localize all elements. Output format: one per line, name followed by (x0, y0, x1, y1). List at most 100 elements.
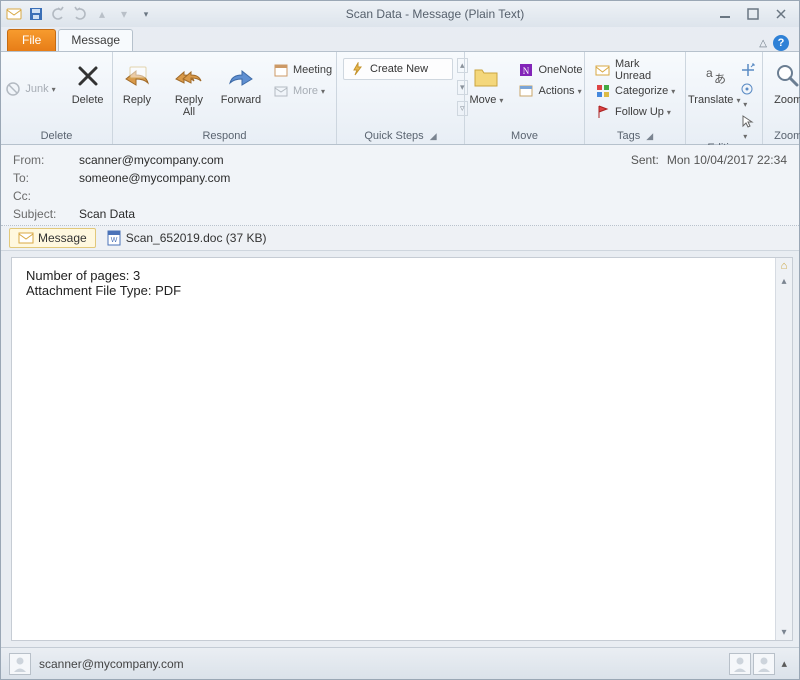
mark-unread-label: Mark Unread (615, 58, 675, 82)
app-icon[interactable] (5, 5, 23, 23)
group-label-zoom: Zoom (769, 128, 800, 144)
meeting-button[interactable]: Meeting (269, 60, 336, 80)
ribbon-collapse-icon[interactable]: △ (759, 38, 767, 49)
attachment-file-name: Scan_652019.doc (37 KB) (126, 231, 267, 245)
junk-icon (5, 81, 21, 97)
zoom-icon (772, 60, 800, 92)
people-pane-toggle-2[interactable] (753, 653, 775, 675)
window-controls (715, 6, 795, 22)
followup-button[interactable]: Follow Up (591, 102, 679, 122)
subject-label: Subject: (13, 207, 79, 221)
scroll-up-icon[interactable]: ▴ (781, 274, 786, 289)
quick-access-toolbar: ▴ ▾ ▾ (5, 5, 155, 23)
group-label-quicksteps: Quick Steps (364, 130, 423, 142)
minimize-button[interactable] (715, 6, 735, 22)
title-bar: ▴ ▾ ▾ Scan Data - Message (Plain Text) (1, 1, 799, 27)
junk-label: Junk (25, 83, 55, 95)
sent-value: Mon 10/04/2017 22:34 (667, 153, 787, 167)
svg-text:a: a (706, 66, 713, 80)
svg-text:W: W (110, 237, 117, 244)
quickstep-create-new[interactable]: Create New (344, 59, 452, 79)
vertical-scrollbar[interactable]: ⌂ ▴ ▾ (775, 258, 792, 640)
quicksteps-launcher-icon[interactable]: ◢ (430, 131, 437, 142)
ribbon-group-move: Move N OneNote Actions Move (465, 52, 585, 144)
reply-icon (121, 60, 153, 92)
actions-button[interactable]: Actions (514, 81, 586, 101)
tab-message[interactable]: Message (58, 29, 133, 51)
scroll-down-icon[interactable]: ▾ (781, 625, 786, 640)
move-folder-icon (470, 60, 502, 92)
group-label-delete: Delete (7, 128, 106, 144)
help-icon[interactable]: ? (773, 35, 789, 51)
select-icon[interactable] (740, 114, 756, 142)
next-item-icon[interactable]: ▾ (115, 5, 133, 23)
sent-label: Sent: (631, 153, 659, 167)
ribbon-group-delete: Junk Delete Delete (1, 52, 113, 144)
categorize-icon (595, 83, 611, 99)
window-title: Scan Data - Message (Plain Text) (155, 7, 715, 21)
ribbon-group-editing: aあ Translate Editing (686, 52, 763, 144)
tab-file[interactable]: File (7, 29, 56, 51)
followup-flag-icon (595, 104, 611, 120)
message-body-container: Number of pages: 3 Attachment File Type:… (1, 251, 799, 647)
qat-customize-icon[interactable]: ▾ (137, 5, 155, 23)
delete-button[interactable]: Delete (64, 58, 112, 108)
to-label: To: (13, 171, 79, 185)
quicksteps-gallery[interactable]: Create New (343, 58, 453, 80)
translate-button[interactable]: aあ Translate (692, 58, 736, 109)
forward-button[interactable]: Forward (217, 58, 265, 108)
from-value[interactable]: scanner@mycompany.com (79, 153, 224, 167)
from-label: From: (13, 153, 79, 167)
maximize-button[interactable] (743, 6, 763, 22)
attachment-bar: Message W Scan_652019.doc (37 KB) (1, 226, 799, 251)
reply-all-button[interactable]: Reply All (165, 58, 213, 120)
ribbon-group-zoom: Zoom Zoom (763, 52, 800, 144)
group-label-move: Move (471, 128, 578, 144)
svg-text:N: N (523, 66, 530, 76)
junk-button[interactable]: Junk (1, 79, 59, 99)
meeting-icon (273, 62, 289, 78)
outlook-message-window: ▴ ▾ ▾ Scan Data - Message (Plain Text) F… (0, 0, 800, 680)
quickstep-create-label: Create New (370, 63, 428, 75)
reply-all-label: Reply All (175, 94, 203, 118)
find-icon[interactable] (740, 62, 756, 78)
categorize-button[interactable]: Categorize (591, 81, 679, 101)
onenote-button[interactable]: N OneNote (514, 60, 586, 80)
save-icon[interactable] (27, 5, 45, 23)
message-tab-label: Message (38, 231, 87, 245)
message-body[interactable]: Number of pages: 3 Attachment File Type:… (11, 257, 793, 641)
more-respond-button[interactable]: More (269, 81, 336, 101)
cc-label: Cc: (13, 189, 79, 203)
svg-text:あ: あ (714, 72, 726, 86)
sender-avatar[interactable] (9, 653, 31, 675)
translate-icon: aあ (698, 60, 730, 92)
undo-icon[interactable] (49, 5, 67, 23)
word-doc-icon: W (106, 230, 122, 246)
move-label: Move (470, 94, 504, 107)
reply-button[interactable]: Reply (113, 58, 161, 108)
subject-value: Scan Data (79, 207, 135, 221)
ribbon: Junk Delete Delete Reply Reply All (1, 51, 799, 145)
actions-pane-icon[interactable]: ⌂ (781, 258, 788, 274)
zoom-button[interactable]: Zoom (768, 58, 800, 108)
people-pane-toggle-1[interactable] (729, 653, 751, 675)
related-icon[interactable] (740, 82, 756, 110)
translate-label: Translate (688, 94, 740, 107)
close-button[interactable] (771, 6, 791, 22)
redo-icon[interactable] (71, 5, 89, 23)
tags-launcher-icon[interactable]: ◢ (646, 131, 653, 142)
onenote-icon: N (518, 62, 534, 78)
move-button[interactable]: Move (462, 58, 510, 109)
ribbon-group-tags: Mark Unread Categorize Follow Up Tags◢ (585, 52, 686, 144)
ribbon-group-quicksteps: Create New ▴ ▾ ▿ Quick Steps◢ (337, 52, 465, 144)
mark-unread-button[interactable]: Mark Unread (591, 60, 679, 80)
message-body-tab[interactable]: Message (9, 228, 96, 248)
prev-item-icon[interactable]: ▴ (93, 5, 111, 23)
body-line-2: Attachment File Type: PDF (26, 283, 778, 298)
ribbon-group-respond: Reply Reply All Forward Meeting (113, 52, 337, 144)
to-value[interactable]: someone@mycompany.com (79, 171, 230, 185)
people-pane-expand-icon[interactable]: ▴ (777, 657, 791, 670)
forward-icon (225, 60, 257, 92)
attachment-file[interactable]: W Scan_652019.doc (37 KB) (100, 228, 273, 248)
reply-all-icon (173, 60, 205, 92)
